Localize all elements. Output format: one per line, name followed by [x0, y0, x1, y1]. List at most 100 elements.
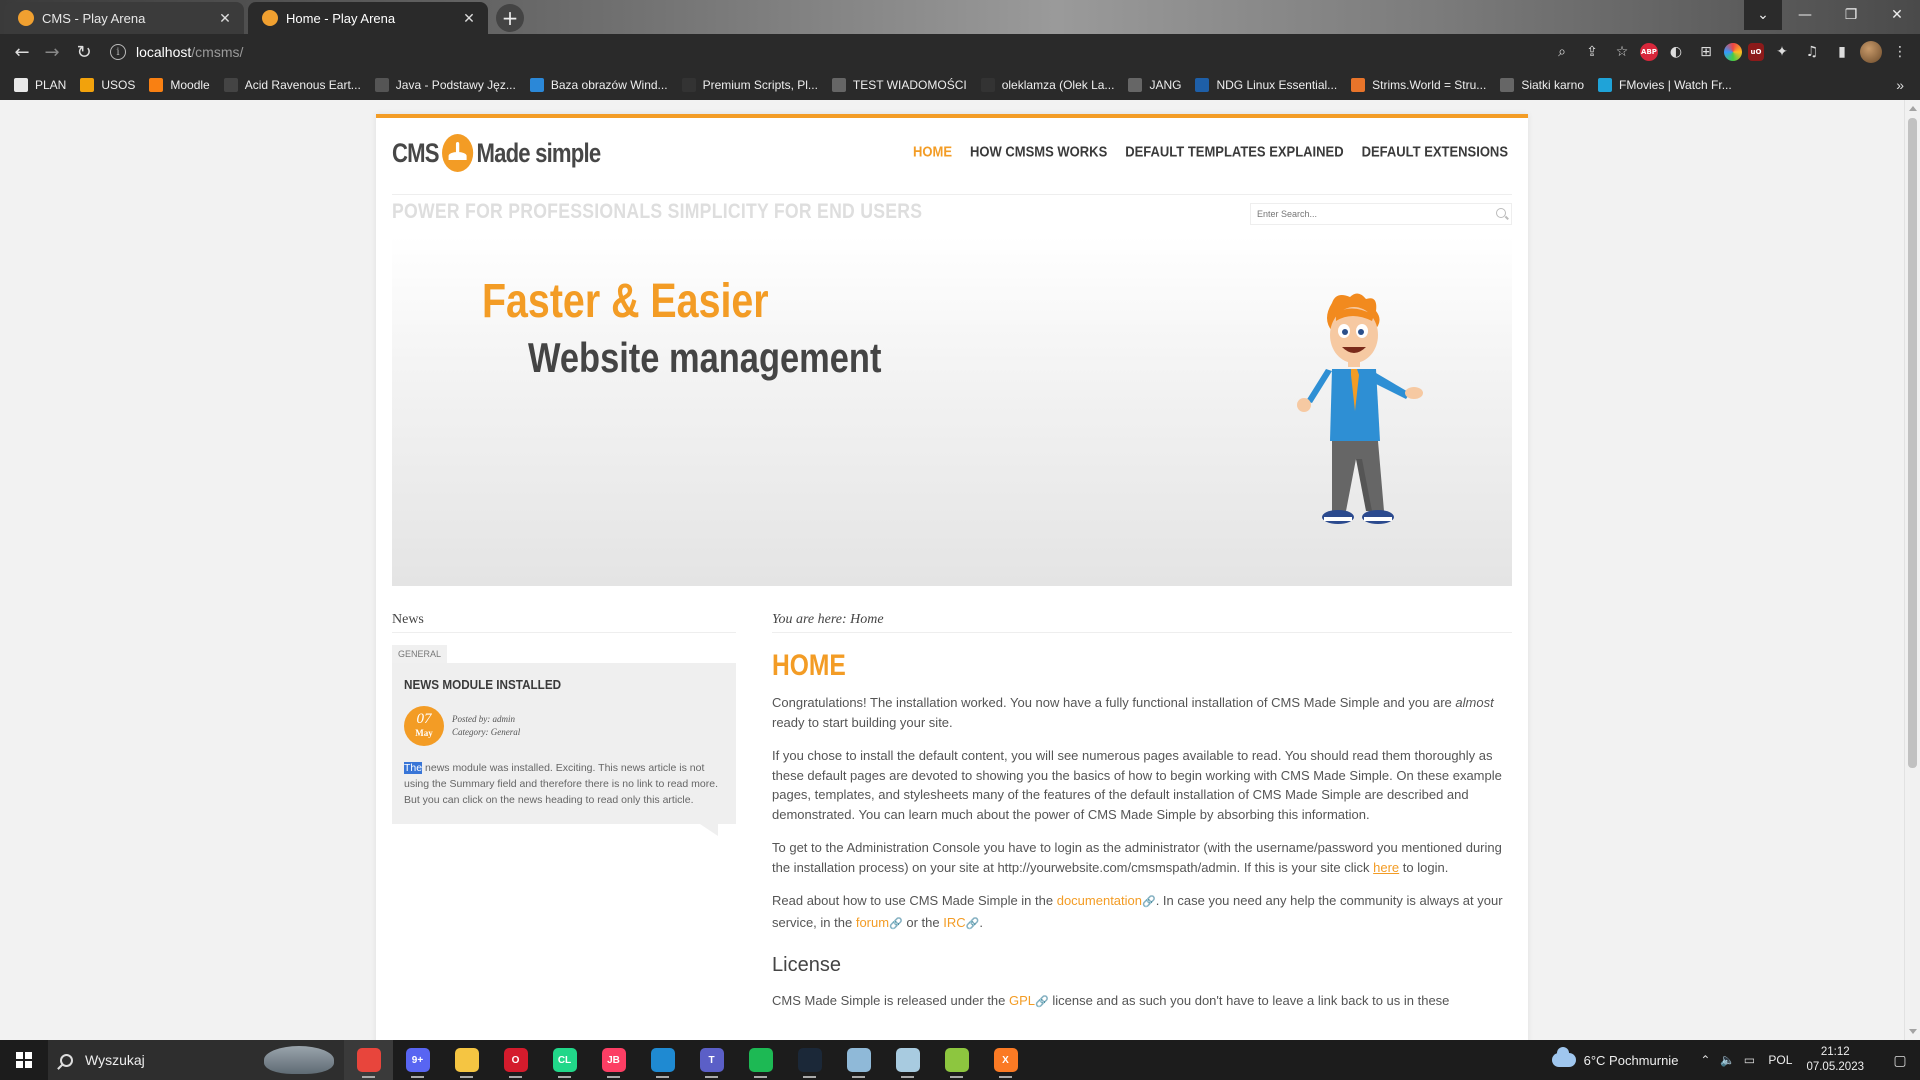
bookmark-item[interactable]: Premium Scripts, Pl... [681, 78, 818, 92]
notepadpp-app[interactable] [932, 1040, 981, 1080]
site-info-icon[interactable]: i [110, 44, 126, 60]
scroll-thumb[interactable] [1908, 118, 1917, 768]
globe-icon [1500, 78, 1515, 92]
chevron-up-icon[interactable]: ⌃ [1694, 1053, 1716, 1067]
menu-dots-icon[interactable]: ⋮ [1888, 40, 1912, 64]
spotify-app[interactable] [736, 1040, 785, 1080]
clion-app[interactable]: CL [540, 1040, 589, 1080]
gpl-link[interactable]: GPL [1009, 993, 1035, 1008]
page-scrollbar[interactable] [1904, 100, 1920, 1040]
extension-frame-icon[interactable]: ⊞ [1694, 40, 1718, 64]
extension-shield-icon[interactable]: ◐ [1664, 40, 1688, 64]
side-panel-icon[interactable]: ▮ [1830, 40, 1854, 64]
windows-logo-icon [16, 1052, 32, 1068]
opera-app[interactable]: O [491, 1040, 540, 1080]
weather-text: 6°C Pochmurnie [1583, 1052, 1679, 1068]
bookmark-item[interactable]: Acid Ravenous Eart... [223, 78, 361, 92]
page-icon [223, 78, 238, 92]
back-icon[interactable]: ← [10, 40, 34, 64]
browser-tab-home[interactable]: Home - Play Arena ✕ [248, 2, 488, 34]
nav-default-extensions[interactable]: DEFAULT EXTENSIONS [1362, 143, 1508, 160]
speaker-icon[interactable]: 🔈 [1716, 1053, 1738, 1067]
jetbrains-app[interactable]: JB [589, 1040, 638, 1080]
clock[interactable]: 21:12 07.05.2023 [1806, 1045, 1864, 1075]
tab-search-icon[interactable]: ⌄ [1744, 0, 1782, 30]
zoom-icon[interactable]: ⌕ [1550, 40, 1574, 64]
bookmark-item[interactable]: Baza obrazów Wind... [529, 78, 668, 92]
forward-icon[interactable]: → [40, 40, 64, 64]
bookmark-item[interactable]: NDG Linux Essential... [1195, 78, 1337, 92]
close-tab-icon[interactable]: ✕ [460, 9, 478, 27]
weather-widget[interactable]: 6°C Pochmurnie [1551, 1047, 1679, 1068]
file-explorer-app-icon [454, 1048, 479, 1072]
search-icon[interactable] [1496, 208, 1506, 218]
extension-color-icon[interactable] [1724, 43, 1742, 61]
bookmark-item[interactable]: Strims.World = Stru... [1351, 78, 1486, 92]
news-heading: News [392, 612, 736, 633]
bookmark-item[interactable]: Moodle [149, 78, 210, 92]
irc-link[interactable]: IRC [943, 915, 965, 930]
news-item: NEWS MODULE INSTALLED 07 May Posted by: … [392, 663, 736, 836]
taskbar-search[interactable]: Wyszukaj [48, 1040, 344, 1080]
notepad2-app[interactable] [883, 1040, 932, 1080]
moodle-icon [149, 78, 164, 92]
bookmark-item[interactable]: oleklamza (Olek La... [980, 78, 1114, 92]
network-icon[interactable]: ▭ [1738, 1053, 1760, 1067]
clock-time: 21:12 [1820, 1046, 1850, 1058]
profile-avatar[interactable] [1860, 41, 1882, 63]
jetbrains-app-icon: JB [601, 1048, 626, 1072]
close-window-icon[interactable]: ✕ [1874, 0, 1920, 30]
extensions-puzzle-icon[interactable]: ✦ [1770, 40, 1794, 64]
steam-app-icon [797, 1048, 822, 1072]
site-logo[interactable]: CMS Made simple [392, 134, 601, 172]
start-button[interactable] [0, 1040, 48, 1080]
opera-app-icon: O [503, 1048, 528, 1072]
bookmark-item[interactable]: Java - Podstawy Jęz... [374, 78, 516, 92]
bookmark-item[interactable]: USOS [80, 78, 135, 92]
bookmarks-overflow-icon[interactable]: » [1896, 77, 1904, 93]
share-icon[interactable]: ⇪ [1580, 40, 1604, 64]
new-tab-button[interactable]: + [496, 4, 524, 32]
bookmark-item[interactable]: PLAN [14, 78, 66, 92]
minimize-icon[interactable]: — [1782, 0, 1828, 30]
bookmark-item[interactable]: FMovies | Watch Fr... [1598, 78, 1732, 92]
steam-app[interactable] [785, 1040, 834, 1080]
xampp-app[interactable]: X [981, 1040, 1030, 1080]
adblock-plus-icon[interactable]: ABP [1640, 43, 1658, 61]
default-content-paragraph: If you chose to install the default cont… [772, 748, 1502, 822]
scroll-up-arrow-icon[interactable] [1909, 106, 1917, 111]
browser-tab-cms[interactable]: CMS - Play Arena ✕ [4, 2, 244, 34]
vscode-app[interactable] [638, 1040, 687, 1080]
nav-home[interactable]: HOME [913, 143, 952, 160]
chrome-app[interactable] [344, 1040, 393, 1080]
nav-default-templates[interactable]: DEFAULT TEMPLATES EXPLAINED [1125, 143, 1343, 160]
notepad-app[interactable] [834, 1040, 883, 1080]
address-bar[interactable]: i localhost /cmsms/ [110, 38, 1510, 66]
documentation-link[interactable]: documentation [1057, 893, 1142, 908]
text-span: . [979, 914, 983, 930]
bookmark-item[interactable]: JANG [1128, 78, 1181, 92]
login-here-link[interactable]: here [1373, 860, 1399, 875]
file-explorer-app[interactable] [442, 1040, 491, 1080]
nav-how-cmsms-works[interactable]: HOW CMSMS WORKS [970, 143, 1107, 160]
bookmark-star-icon[interactable]: ☆ [1610, 40, 1634, 64]
text-span: license and as such you don't have to le… [1048, 993, 1450, 1008]
search-placeholder: Enter Search... [1257, 209, 1318, 219]
site-search-input[interactable]: Enter Search... [1250, 203, 1512, 225]
bookmark-item[interactable]: Siatki karno [1500, 78, 1584, 92]
news-title-link[interactable]: NEWS MODULE INSTALLED [404, 677, 692, 692]
news-category-tag[interactable]: GENERAL [392, 645, 448, 663]
restore-icon[interactable]: ❐ [1828, 0, 1874, 30]
forum-link[interactable]: forum [856, 915, 889, 930]
language-indicator[interactable]: POL [1768, 1053, 1792, 1067]
close-tab-icon[interactable]: ✕ [216, 9, 234, 27]
teams-app[interactable]: T [687, 1040, 736, 1080]
ublock-origin-icon[interactable]: uO [1748, 43, 1764, 61]
reload-icon[interactable]: ↻ [72, 40, 96, 64]
tab-strip: CMS - Play Arena ✕ Home - Play Arena ✕ +… [0, 0, 1920, 34]
discord-app[interactable]: 9+ [393, 1040, 442, 1080]
scroll-down-arrow-icon[interactable] [1909, 1029, 1917, 1034]
bookmark-item[interactable]: TEST WIADOMOŚCI [831, 78, 967, 92]
notifications-icon[interactable]: ▢ [1880, 1040, 1920, 1080]
media-control-icon[interactable]: ♫ [1800, 40, 1824, 64]
